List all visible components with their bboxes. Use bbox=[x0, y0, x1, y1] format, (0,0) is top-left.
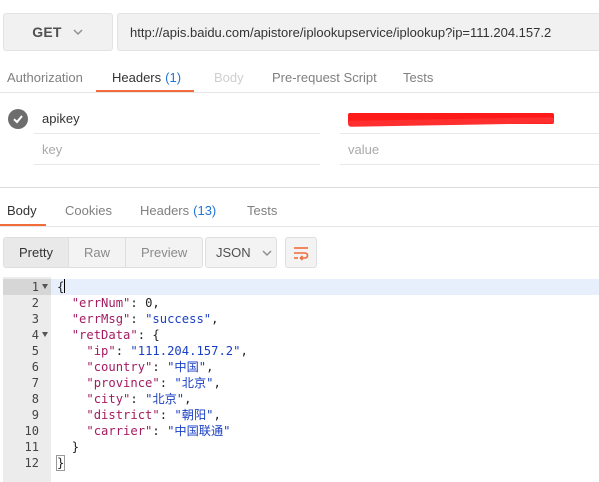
fold-arrow-icon[interactable] bbox=[42, 284, 48, 289]
code-line: 7 "province": "北京", bbox=[31, 376, 221, 390]
tab-test-results[interactable]: Tests bbox=[247, 195, 277, 225]
tab-label: Headers bbox=[112, 69, 162, 85]
code-line: 2 "errNum": 0, bbox=[31, 296, 160, 310]
pretty-button[interactable]: Pretty bbox=[4, 238, 69, 267]
method-label: GET bbox=[32, 24, 62, 40]
code-line: 4 "retData": { bbox=[31, 328, 160, 342]
line-number: 8 bbox=[31, 392, 39, 406]
tab-label: Tests bbox=[247, 202, 278, 218]
request-tabs: Authorization Headers (1) Body Pre-reques… bbox=[0, 62, 599, 92]
new-header-key-field[interactable]: key bbox=[34, 134, 320, 165]
chevron-down-icon bbox=[73, 29, 83, 36]
line-number: 9 bbox=[31, 408, 39, 422]
tab-label: Pre-request Script bbox=[272, 69, 377, 85]
tab-label: Body bbox=[214, 69, 244, 85]
tab-response-headers[interactable]: Headers (13) bbox=[140, 195, 216, 225]
tab-response-body[interactable]: Body bbox=[7, 195, 37, 225]
code-line: 6 "country": "中国", bbox=[31, 360, 214, 374]
code-line: 1 { bbox=[3, 279, 599, 295]
code-line: 8 "city": "北京", bbox=[31, 392, 192, 406]
wrap-lines-button[interactable] bbox=[285, 237, 317, 268]
new-header-value-field[interactable]: value bbox=[340, 134, 599, 165]
line-number: 12 bbox=[24, 456, 39, 470]
line-number: 7 bbox=[31, 376, 39, 390]
wrap-lines-icon bbox=[294, 246, 309, 261]
json-string: "success" bbox=[145, 312, 212, 326]
divider bbox=[0, 92, 599, 93]
raw-button[interactable]: Raw bbox=[68, 238, 126, 267]
json-string: "中国联通" bbox=[167, 424, 231, 438]
method-select[interactable]: GET bbox=[3, 13, 113, 51]
section-divider bbox=[0, 187, 599, 188]
response-body-editor[interactable]: 1 { 2 "errNum": 0, 3 "errMsg": "success"… bbox=[3, 277, 599, 482]
tab-pre-request-script[interactable]: Pre-request Script bbox=[272, 62, 377, 92]
line-number: 11 bbox=[24, 440, 39, 454]
header-row-new: key value bbox=[0, 134, 599, 165]
key-placeholder: key bbox=[42, 141, 63, 157]
line-number: 5 bbox=[31, 344, 39, 358]
code-line: 3 "errMsg": "success", bbox=[31, 312, 219, 326]
tab-count-badge: (1) bbox=[165, 69, 182, 85]
code-line: 12 } bbox=[24, 455, 66, 471]
json-string: "北京" bbox=[145, 392, 185, 406]
line-number: 10 bbox=[24, 424, 39, 438]
view-mode-group: Pretty Raw Preview bbox=[3, 237, 204, 268]
value-placeholder: value bbox=[348, 141, 380, 157]
code-line: 11 } bbox=[24, 440, 80, 454]
tab-headers[interactable]: Headers (1) bbox=[112, 62, 181, 92]
format-label: JSON bbox=[216, 245, 251, 260]
json-string: "中国" bbox=[167, 360, 207, 374]
tab-count-badge: (13) bbox=[193, 202, 217, 218]
code-line: 9 "district": "朝阳", bbox=[31, 408, 221, 422]
tab-cookies[interactable]: Cookies bbox=[65, 195, 112, 225]
tab-label: Cookies bbox=[65, 202, 112, 218]
json-string: "北京" bbox=[174, 376, 214, 390]
divider bbox=[0, 226, 599, 227]
text-cursor bbox=[64, 279, 66, 293]
tab-label: Headers bbox=[140, 202, 190, 218]
response-tabs: Body Cookies Headers (13) Tests bbox=[0, 195, 599, 225]
checkmark-icon[interactable] bbox=[8, 109, 28, 129]
tab-label: Tests bbox=[403, 69, 434, 85]
tab-label: Authorization bbox=[7, 69, 83, 85]
json-string: "111.204.157.2" bbox=[130, 344, 241, 358]
preview-button[interactable]: Preview bbox=[125, 238, 203, 267]
fold-arrow-icon[interactable] bbox=[42, 332, 48, 337]
url-input[interactable]: http://apis.baidu.com/apistore/iplookups… bbox=[117, 13, 599, 51]
code-line: 10 "carrier": "中国联通" bbox=[24, 424, 231, 438]
tab-label: Body bbox=[7, 202, 37, 218]
line-number: 6 bbox=[31, 360, 39, 374]
chevron-down-icon bbox=[262, 249, 272, 256]
line-number: 3 bbox=[31, 312, 39, 326]
tab-body[interactable]: Body bbox=[214, 62, 244, 92]
line-number: 2 bbox=[31, 296, 39, 310]
tab-authorization[interactable]: Authorization bbox=[7, 62, 83, 92]
json-string: "朝阳" bbox=[174, 408, 214, 422]
format-select[interactable]: JSON bbox=[205, 237, 277, 268]
header-key-field[interactable]: apikey bbox=[34, 103, 320, 134]
line-number: 4 bbox=[31, 328, 39, 342]
request-bar: GET http://apis.baidu.com/apistore/iploo… bbox=[0, 0, 599, 62]
code-line: 5 "ip": "111.204.157.2", bbox=[31, 344, 248, 358]
header-key-text: apikey bbox=[42, 110, 80, 126]
line-number: 1 bbox=[31, 280, 39, 294]
tab-tests[interactable]: Tests bbox=[403, 62, 433, 92]
